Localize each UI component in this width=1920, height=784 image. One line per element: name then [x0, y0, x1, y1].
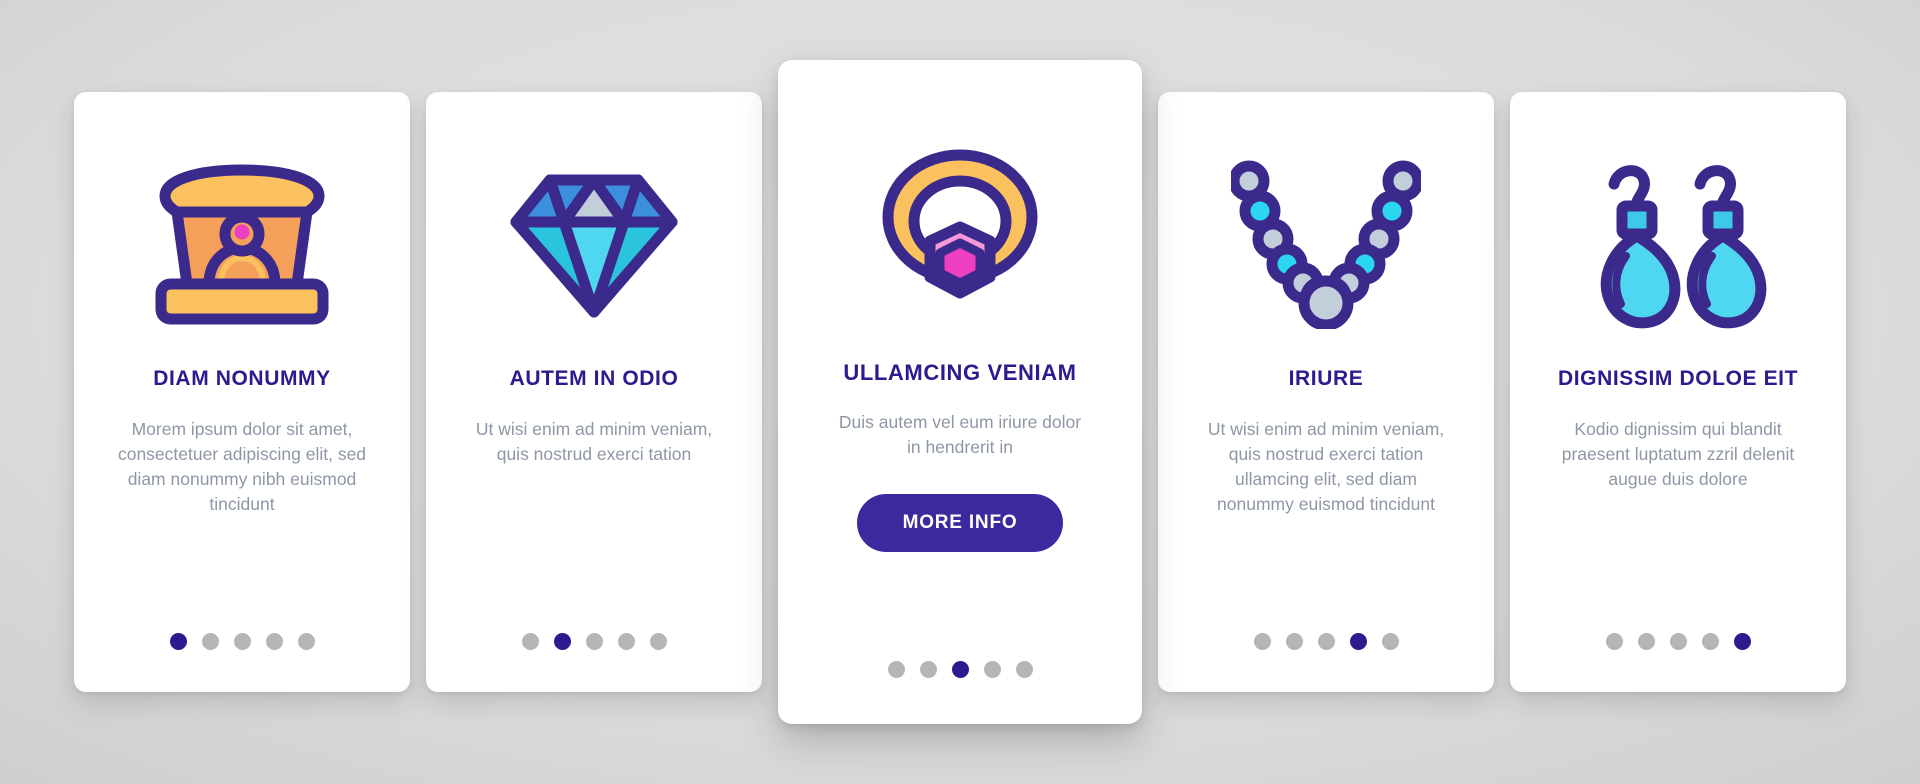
- card-description: Ut wisi enim ad minim veniam, quis nostr…: [1207, 419, 1445, 514]
- card-title: AUTEM IN ODIO: [509, 367, 679, 390]
- pagination-dots: [778, 661, 1142, 678]
- pagination-dot-2[interactable]: [553, 633, 571, 650]
- card-title: IRIURE: [1288, 367, 1364, 390]
- onboarding-card-1[interactable]: DIAM NONUMMY Morem ipsum dolor sit amet,…: [74, 92, 410, 692]
- card-description: Kodio dignissim qui blandit praesent lup…: [1561, 419, 1795, 489]
- pagination-dot-4[interactable]: [617, 633, 635, 650]
- onboarding-card-deck: DIAM NONUMMY Morem ipsum dolor sit amet,…: [0, 0, 1920, 784]
- pagination-dot-5[interactable]: [1733, 633, 1751, 650]
- card-title: ULLAMCING VENIAM: [843, 360, 1077, 385]
- pagination-dots: [1158, 633, 1494, 650]
- pagination-dot-5[interactable]: [1381, 633, 1399, 650]
- pagination-dot-2[interactable]: [919, 661, 937, 678]
- pagination-dots: [426, 633, 762, 650]
- pagination-dots: [74, 633, 410, 650]
- onboarding-card-5[interactable]: DIGNISSIM DOLOE EIT Kodio dignissim qui …: [1510, 92, 1846, 692]
- card-title: DIGNISSIM DOLOE EIT: [1557, 367, 1799, 390]
- pagination-dot-2[interactable]: [201, 633, 219, 650]
- ring-box-icon: [100, 126, 384, 362]
- pagination-dot-3[interactable]: [585, 633, 603, 650]
- pagination-dots: [1510, 633, 1846, 650]
- pagination-dot-1[interactable]: [887, 661, 905, 678]
- pagination-dot-3[interactable]: [1317, 633, 1335, 650]
- pagination-dot-4[interactable]: [265, 633, 283, 650]
- pagination-dot-3[interactable]: [951, 661, 969, 678]
- diamond-icon: [452, 126, 736, 362]
- pagination-dot-1[interactable]: [169, 633, 187, 650]
- onboarding-card-4[interactable]: IRIURE Ut wisi enim ad minim veniam, qui…: [1158, 92, 1494, 692]
- pagination-dot-2[interactable]: [1637, 633, 1655, 650]
- pagination-dot-5[interactable]: [1015, 661, 1033, 678]
- pagination-dot-5[interactable]: [649, 633, 667, 650]
- earrings-icon: [1536, 126, 1820, 362]
- pagination-dot-2[interactable]: [1285, 633, 1303, 650]
- pagination-dot-3[interactable]: [1669, 633, 1687, 650]
- onboarding-card-2[interactable]: AUTEM IN ODIO Ut wisi enim ad minim veni…: [426, 92, 762, 692]
- pagination-dot-5[interactable]: [297, 633, 315, 650]
- pearl-necklace-icon: [1184, 126, 1468, 362]
- pagination-dot-4[interactable]: [983, 661, 1001, 678]
- card-description: Ut wisi enim ad minim veniam, quis nostr…: [475, 419, 713, 465]
- pagination-dot-4[interactable]: [1701, 633, 1719, 650]
- card-title: DIAM NONUMMY: [153, 367, 331, 390]
- pagination-dot-4[interactable]: [1349, 633, 1367, 650]
- pagination-dot-3[interactable]: [233, 633, 251, 650]
- onboarding-card-3[interactable]: ULLAMCING VENIAM Duis autem vel eum iriu…: [778, 60, 1142, 724]
- pagination-dot-1[interactable]: [521, 633, 539, 650]
- card-description: Morem ipsum dolor sit amet, consectetuer…: [117, 419, 367, 514]
- gemstone-ring-icon: [804, 94, 1116, 356]
- more-info-button[interactable]: MORE INFO: [856, 494, 1064, 553]
- pagination-dot-1[interactable]: [1253, 633, 1271, 650]
- pagination-dot-1[interactable]: [1605, 633, 1623, 650]
- card-description: Duis autem vel eum iriure dolor in hendr…: [838, 412, 1082, 458]
